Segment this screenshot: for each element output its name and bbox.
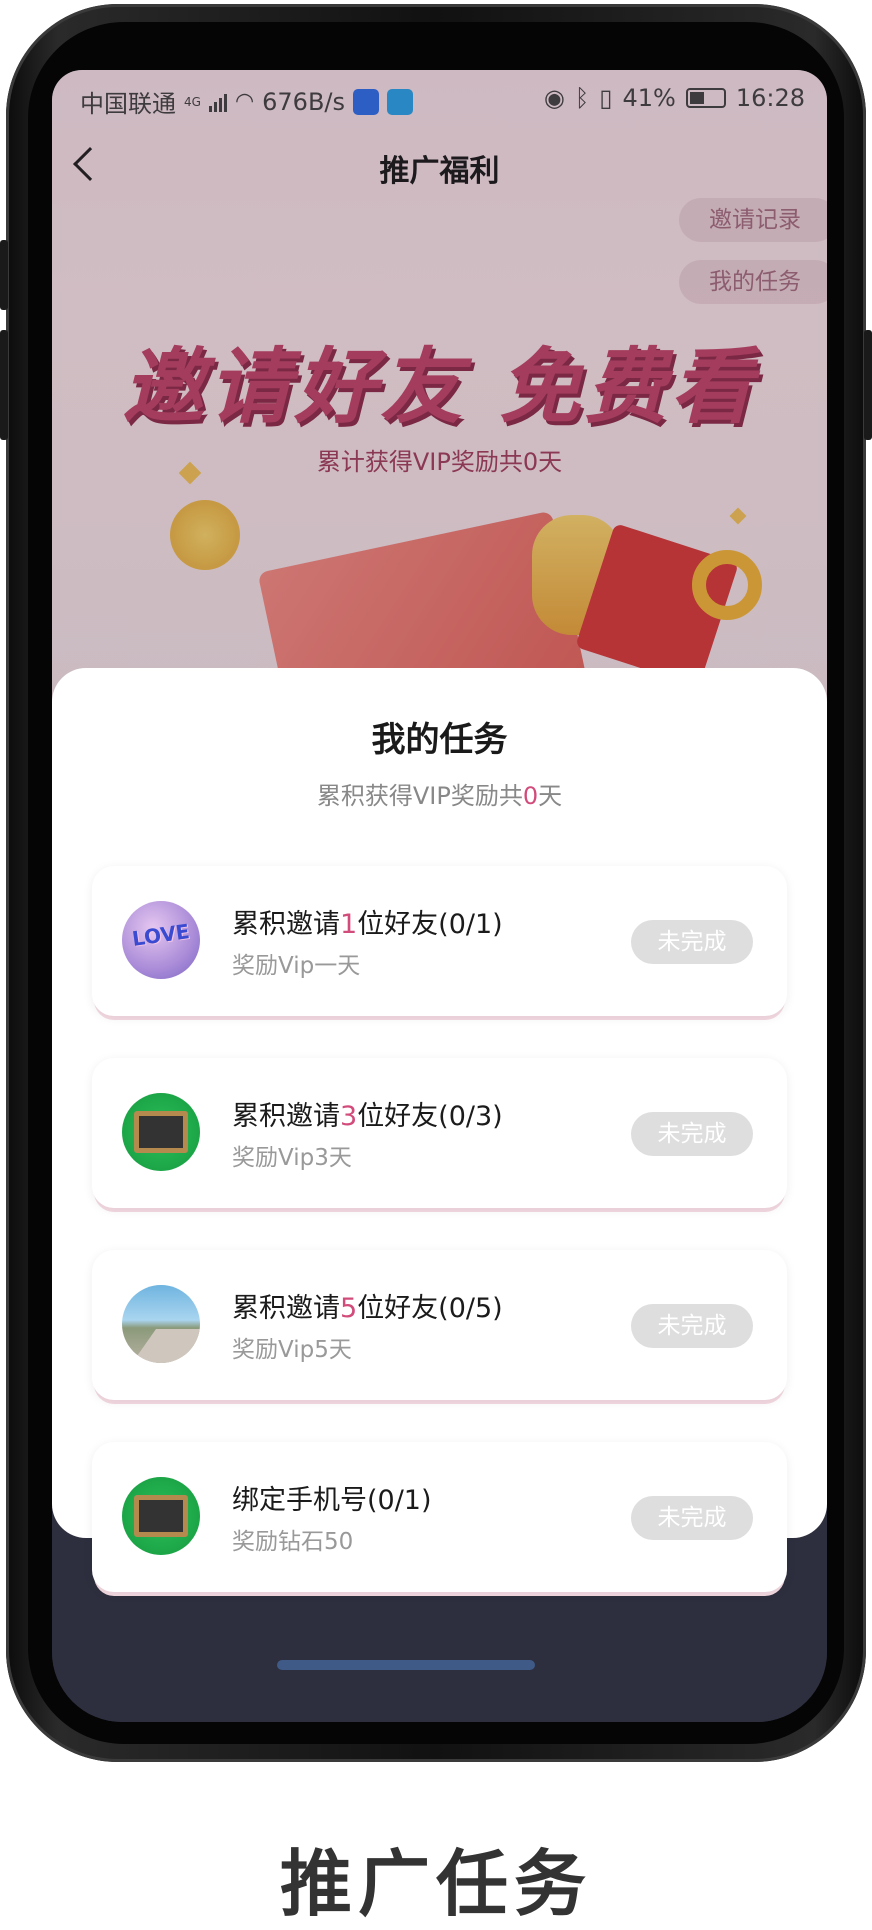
task-card: 累积邀请5位好友(0/5) 奖励Vip5天 未完成 [92, 1250, 787, 1400]
task-card: 绑定手机号(0/1) 奖励钻石50 未完成 [92, 1442, 787, 1592]
task-title-text: 累积邀请 [232, 909, 340, 940]
chalkboard-thumbnail [122, 1477, 200, 1555]
task-title-text: 累积邀请 [232, 1101, 340, 1132]
task-count: 1 [340, 909, 358, 940]
sheet-title: 我的任务 [371, 720, 508, 760]
modal-backdrop[interactable] [52, 70, 827, 710]
task-title: 累积邀请3位好友(0/3) [232, 1094, 503, 1133]
love-thumbnail: LOVE [122, 901, 200, 979]
task-card: LOVE 累积邀请1位好友(0/1) 奖励Vip一天 未完成 [92, 866, 787, 1016]
road-thumbnail [122, 1285, 200, 1363]
task-status-button[interactable]: 未完成 [631, 920, 753, 964]
sheet-summary: 累积获得VIP奖励共0天 [52, 776, 827, 811]
summary-prefix: 累积获得VIP奖励共 [316, 782, 523, 810]
task-title-text: 绑定手机号(0/1) [232, 1485, 432, 1516]
home-indicator[interactable] [277, 1660, 535, 1670]
app-screen: 邀请好友 免费看 累计获得VIP奖励共0天 推广福利 邀请记录 我的任务 中国联… [52, 70, 827, 1722]
chalkboard-thumbnail [122, 1093, 200, 1171]
task-reward: 奖励Vip3天 [232, 1145, 352, 1171]
task-reward: 奖励Vip一天 [232, 953, 361, 979]
task-count: 5 [340, 1293, 358, 1324]
task-status-button[interactable]: 未完成 [631, 1496, 753, 1540]
task-count: 3 [340, 1101, 358, 1132]
task-title-suffix: 位好友(0/1) [357, 909, 503, 940]
task-title: 累积邀请1位好友(0/1) [232, 902, 503, 941]
task-reward: 奖励钻石50 [232, 1529, 354, 1555]
task-title: 累积邀请5位好友(0/5) [232, 1286, 503, 1325]
volume-button [0, 240, 8, 310]
task-status-button[interactable]: 未完成 [631, 1304, 753, 1348]
side-button [864, 330, 872, 440]
screenshot-caption: 推广任务 [279, 1842, 592, 1926]
summary-value: 0 [522, 782, 539, 810]
task-reward: 奖励Vip5天 [232, 1337, 352, 1363]
task-title: 绑定手机号(0/1) [232, 1478, 432, 1517]
task-title-text: 累积邀请 [232, 1293, 340, 1324]
task-title-suffix: 位好友(0/3) [357, 1101, 503, 1132]
task-card: 累积邀请3位好友(0/3) 奖励Vip3天 未完成 [92, 1058, 787, 1208]
my-tasks-sheet: 我的任务 累积获得VIP奖励共0天 LOVE 累积邀请1位好友(0/1) 奖励V… [52, 668, 827, 1592]
power-button [0, 330, 8, 440]
task-title-suffix: 位好友(0/5) [357, 1293, 503, 1324]
summary-suffix: 天 [538, 782, 563, 810]
task-status-button[interactable]: 未完成 [631, 1112, 753, 1156]
